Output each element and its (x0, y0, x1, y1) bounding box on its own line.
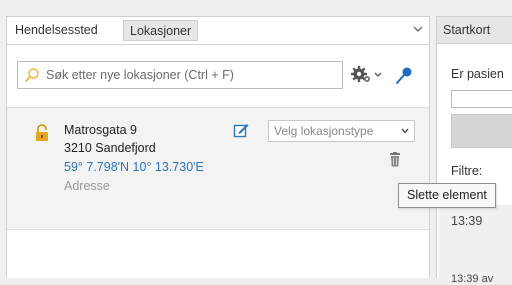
startkort-panel: Startkort Er pasien Filtre: 13:39 13:39 … (436, 16, 512, 285)
event-time: 13:39 (451, 214, 483, 228)
chevron-down-icon (401, 128, 409, 134)
answer-input[interactable] (451, 90, 512, 108)
location-card[interactable]: Matrosgata 9 3210 Sandefjord 59° 7.798'N… (7, 107, 429, 230)
gear-icon[interactable] (350, 65, 384, 85)
search-box[interactable] (17, 61, 343, 89)
action-button[interactable] (451, 114, 512, 148)
location-city: 3210 Sandefjord (64, 141, 156, 155)
event-list: 13:39 13:39 av (439, 205, 512, 285)
question-label: Er pasien (451, 67, 504, 81)
trash-icon[interactable] (389, 152, 401, 167)
filters-label: Filtre: (451, 164, 483, 178)
location-street: Matrosgata 9 (64, 123, 137, 137)
search-input[interactable] (46, 62, 336, 88)
pin-icon[interactable] (393, 65, 415, 87)
search-row (7, 45, 429, 107)
location-type-select[interactable]: Velg lokasjonstype (268, 120, 415, 142)
tab-bar: Hendelsessted Lokasjoner (7, 17, 429, 45)
tab-hendelsessted[interactable]: Hendelsessted (9, 20, 104, 41)
search-icon (25, 68, 39, 82)
location-coordinates[interactable]: 59° 7.798'N 10° 13.730'E (64, 160, 204, 174)
tab-startkort[interactable]: Startkort (437, 17, 512, 44)
event-time: 13:39 av (451, 273, 494, 285)
delete-tooltip: Slette element (398, 183, 496, 208)
lock-open-icon[interactable] (35, 124, 49, 142)
tab-lokasjoner[interactable]: Lokasjoner (123, 20, 199, 41)
location-type: Adresse (64, 179, 110, 193)
edit-icon[interactable] (233, 122, 249, 138)
location-type-select-label: Velg lokasjonstype (274, 124, 374, 138)
chevron-down-icon[interactable] (411, 22, 425, 36)
location-panel: Hendelsessted Lokasjoner Søk etter nye l… (6, 16, 430, 278)
